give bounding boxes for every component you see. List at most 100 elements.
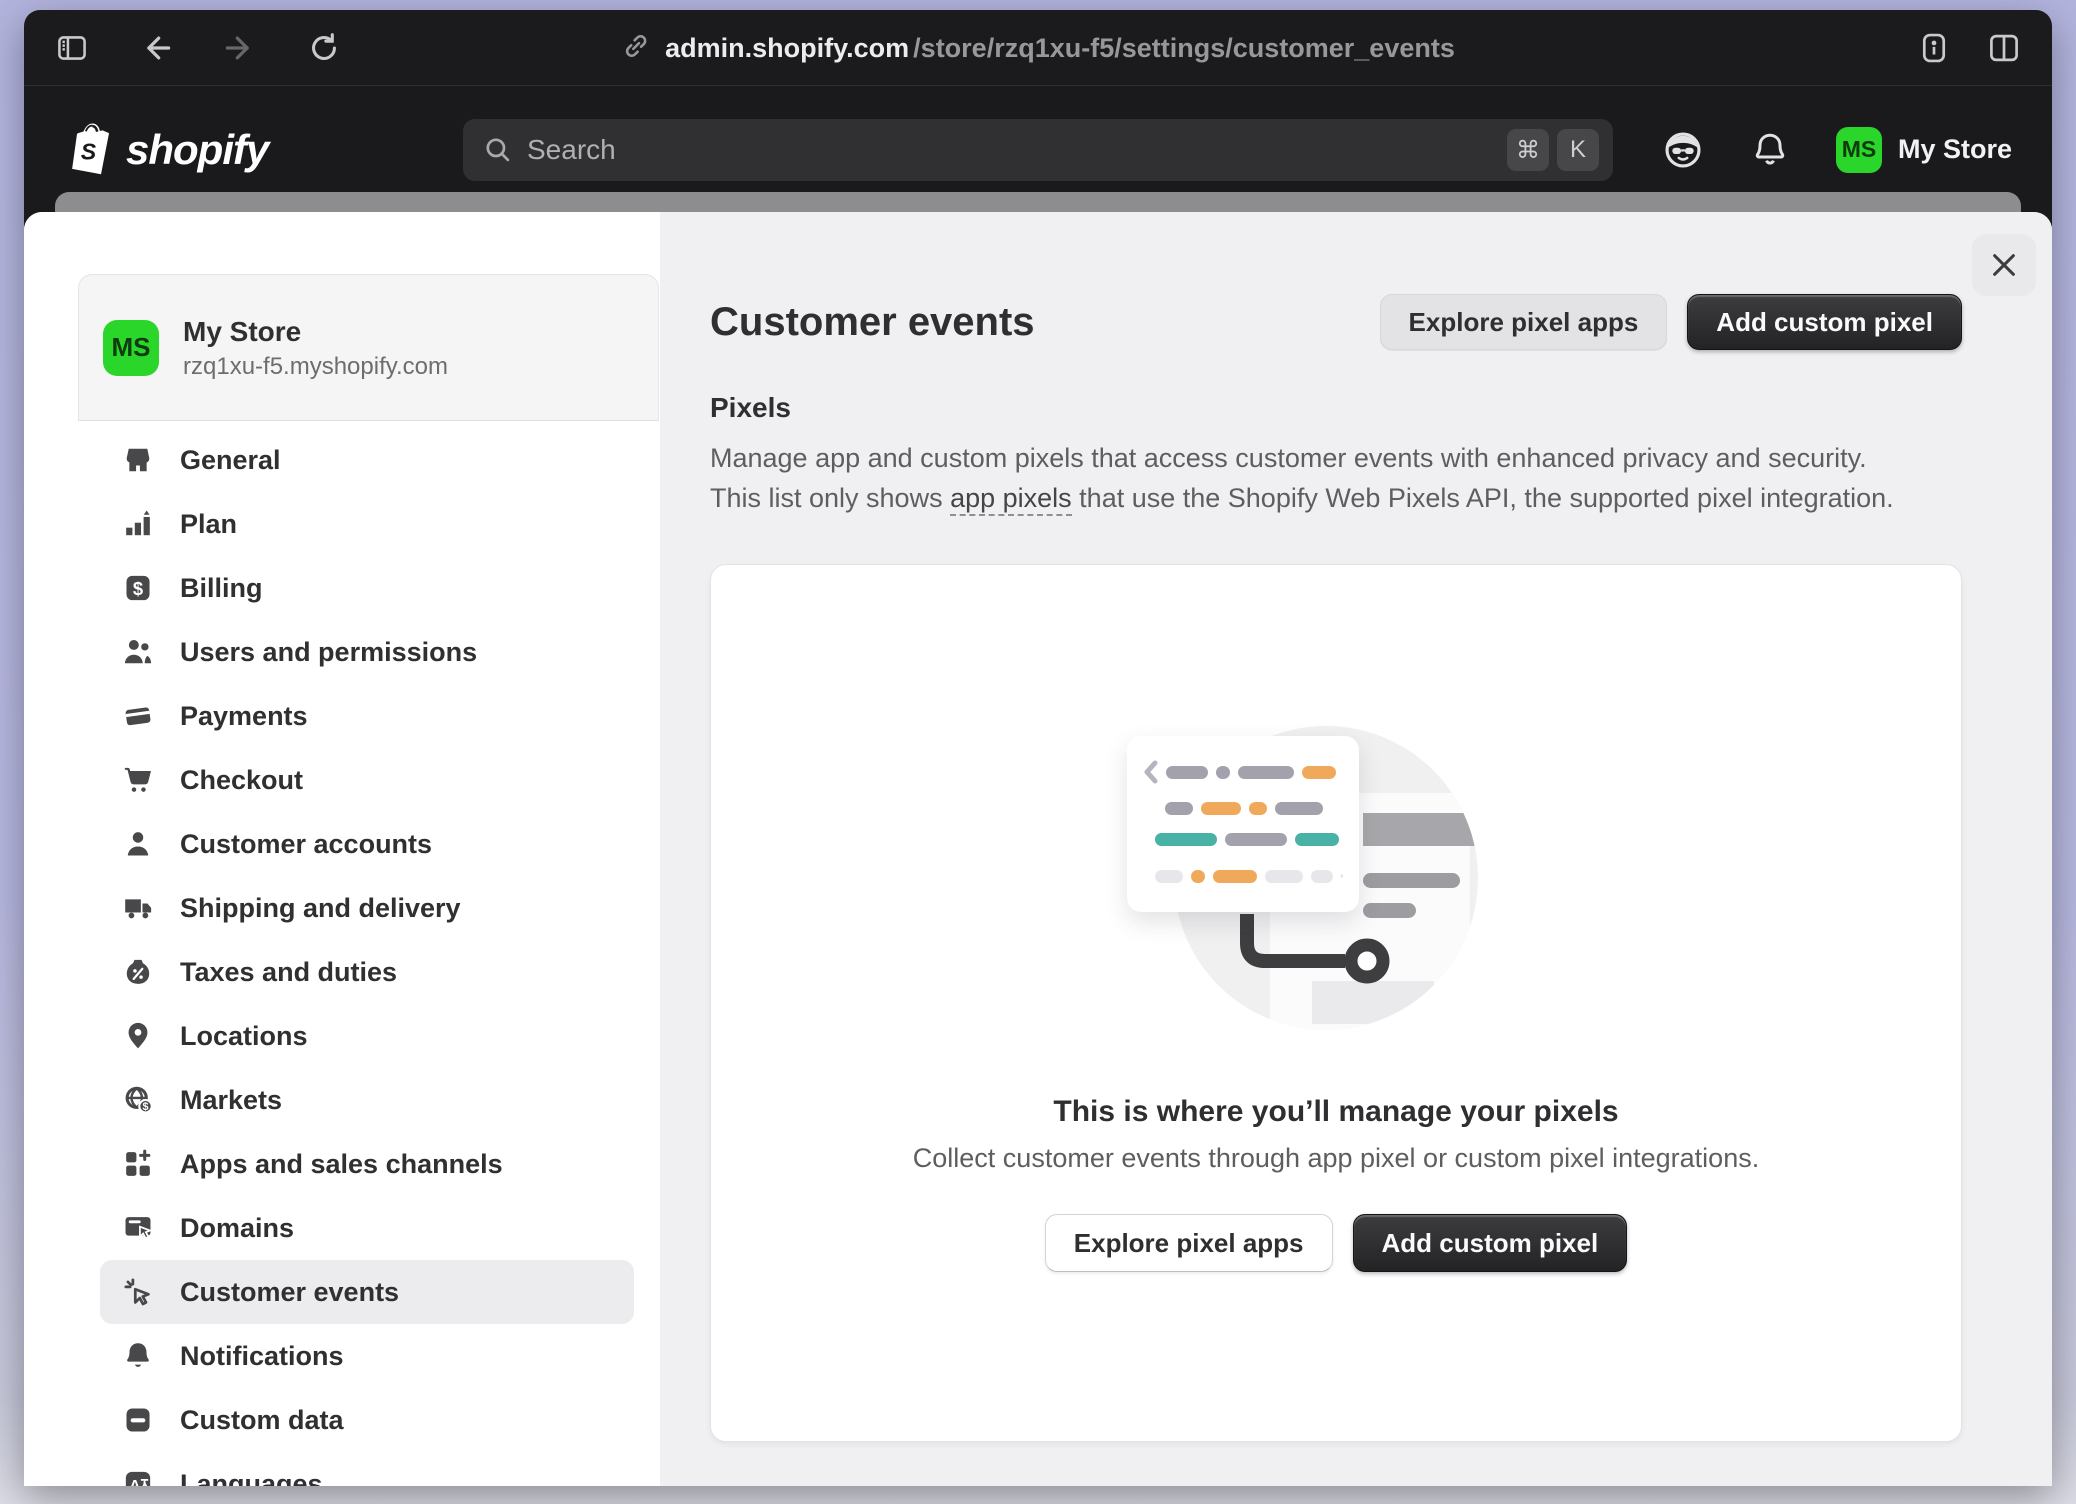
custom-data-icon (122, 1404, 154, 1436)
k-key: K (1557, 129, 1599, 171)
chevron-left-icon (1143, 760, 1158, 784)
empty-state-subtitle: Collect customer events through app pixe… (913, 1139, 1759, 1177)
sidebar-item-label: Notifications (180, 1341, 344, 1372)
url-domain: admin.shopify.com (665, 33, 909, 64)
sidebar-item-label: Payments (180, 701, 308, 732)
domains-icon (122, 1212, 154, 1244)
account-menu[interactable]: MS My Store (1836, 127, 2012, 173)
settings-nav: General Plan $ Billing Users and permiss… (100, 428, 634, 1486)
sidebar-item-label: Shipping and delivery (180, 893, 461, 924)
sidebar-item-label: Domains (180, 1213, 294, 1244)
sidebar-item-billing[interactable]: $ Billing (100, 556, 634, 620)
sidebar-item-payments[interactable]: Payments (100, 684, 634, 748)
sidebar-item-label: Languages (180, 1469, 323, 1487)
svg-text:$: $ (133, 578, 143, 599)
sidebar-item-label: Billing (180, 573, 263, 604)
search-placeholder: Search (527, 134, 616, 166)
sidebar-toggle-icon[interactable] (52, 28, 92, 68)
explore-pixel-apps-button[interactable]: Explore pixel apps (1380, 294, 1668, 350)
pixels-illustration (951, 591, 1721, 1051)
explore-pixel-apps-button-card[interactable]: Explore pixel apps (1045, 1214, 1333, 1272)
sidebar-item-general[interactable]: General (100, 428, 634, 492)
store-card[interactable]: MS My Store rzq1xu-f5.myshopify.com (78, 274, 659, 421)
sidebar-item-custom-data[interactable]: Custom data (100, 1388, 634, 1452)
sidebar-item-label: Custom data (180, 1405, 344, 1436)
sidebar-item-customer-accounts[interactable]: Customer accounts (100, 812, 634, 876)
page-title: Customer events (710, 296, 1035, 348)
search-icon (483, 135, 513, 165)
empty-state-title: This is where you’ll manage your pixels (1053, 1092, 1618, 1132)
reload-icon[interactable] (304, 28, 344, 68)
back-icon[interactable] (136, 28, 176, 68)
svg-text:S: S (81, 138, 97, 164)
store-icon (122, 444, 154, 476)
shopify-bag-icon: S (64, 121, 116, 179)
sidebar-item-domains[interactable]: Domains (100, 1196, 634, 1260)
sidebar-item-locations[interactable]: Locations (100, 1004, 634, 1068)
sidebar-item-label: Users and permissions (180, 637, 477, 668)
users-icon (122, 636, 154, 668)
sidebar-item-label: Markets (180, 1085, 282, 1116)
svg-text:$: $ (142, 1101, 148, 1113)
settings-main: Customer events Explore pixel apps Add c… (660, 212, 2052, 1486)
cart-icon (122, 764, 154, 796)
link-icon (621, 31, 651, 66)
shopify-logo[interactable]: S shopify (64, 121, 268, 179)
search-input[interactable]: Search ⌘ K (463, 119, 1613, 181)
globe-icon: $ (122, 1084, 154, 1116)
location-pin-icon (122, 1020, 154, 1052)
store-avatar: MS (103, 320, 159, 376)
add-custom-pixel-button[interactable]: Add custom pixel (1687, 294, 1962, 350)
desc-text: This list only shows (710, 483, 950, 513)
sidebar-item-label: Customer events (180, 1277, 399, 1308)
cmd-key: ⌘ (1507, 129, 1549, 171)
sidebar-item-markets[interactable]: $ Markets (100, 1068, 634, 1132)
settings-sidebar: MS My Store rzq1xu-f5.myshopify.com Gene… (24, 212, 660, 1486)
search-shortcut: ⌘ K (1507, 129, 1599, 171)
truck-icon (122, 892, 154, 924)
sidebar-item-label: Taxes and duties (180, 957, 397, 988)
pixels-description-line1: Manage app and custom pixels that access… (710, 438, 1962, 478)
url-path: /store/rzq1xu-f5/settings/customer_event… (913, 33, 1455, 64)
sidebar-item-checkout[interactable]: Checkout (100, 748, 634, 812)
sidebar-item-customer-events[interactable]: Customer events (100, 1260, 634, 1324)
address-bar[interactable]: admin.shopify.com/store/rzq1xu-f5/settin… (621, 10, 1455, 86)
split-view-icon[interactable] (1984, 28, 2024, 68)
shopify-wordmark: shopify (126, 126, 268, 174)
chevron-right-icon (1341, 864, 1343, 888)
sidebar-item-label: Plan (180, 509, 237, 540)
taxes-icon (122, 956, 154, 988)
desc-text: that use the Shopify Web Pixels API, the… (1072, 483, 1894, 513)
languages-icon: A (122, 1468, 154, 1486)
close-button[interactable] (1972, 234, 2036, 296)
sidebar-item-shipping-and-delivery[interactable]: Shipping and delivery (100, 876, 634, 940)
sidebar-item-label: Checkout (180, 765, 303, 796)
sidebar-item-label: General (180, 445, 281, 476)
forward-icon[interactable] (220, 28, 260, 68)
store-card-domain: rzq1xu-f5.myshopify.com (183, 353, 448, 381)
browser-window: admin.shopify.com/store/rzq1xu-f5/settin… (24, 10, 2052, 1486)
browser-chrome: admin.shopify.com/store/rzq1xu-f5/settin… (24, 10, 2052, 86)
sidebar-item-notifications[interactable]: Notifications (100, 1324, 634, 1388)
plan-icon (122, 508, 154, 540)
sidebar-item-label: Customer accounts (180, 829, 432, 860)
sidebar-item-languages[interactable]: A Languages (100, 1452, 634, 1486)
pixels-description-line2: This list only shows app pixels that use… (710, 478, 1962, 518)
close-icon (1987, 248, 2021, 282)
app-pixels-link[interactable]: app pixels (950, 483, 1072, 516)
person-icon (122, 828, 154, 860)
pixels-empty-state-card: This is where you’ll manage your pixels … (710, 564, 1962, 1442)
sidebar-item-label: Locations (180, 1021, 308, 1052)
payments-icon (122, 700, 154, 732)
tune-icon[interactable] (1914, 28, 1954, 68)
add-custom-pixel-button-card[interactable]: Add custom pixel (1353, 1214, 1628, 1272)
sidebar-item-label: Apps and sales channels (180, 1149, 503, 1180)
notifications-bell-icon[interactable] (1750, 130, 1790, 170)
sidebar-item-apps-and-sales-channels[interactable]: Apps and sales channels (100, 1132, 634, 1196)
sidebar-item-taxes-and-duties[interactable]: Taxes and duties (100, 940, 634, 1004)
pixels-heading: Pixels (710, 392, 1962, 424)
store-card-name: My Store (183, 314, 448, 349)
sidebar-item-users-and-permissions[interactable]: Users and permissions (100, 620, 634, 684)
sidekick-icon[interactable] (1662, 129, 1704, 171)
sidebar-item-plan[interactable]: Plan (100, 492, 634, 556)
